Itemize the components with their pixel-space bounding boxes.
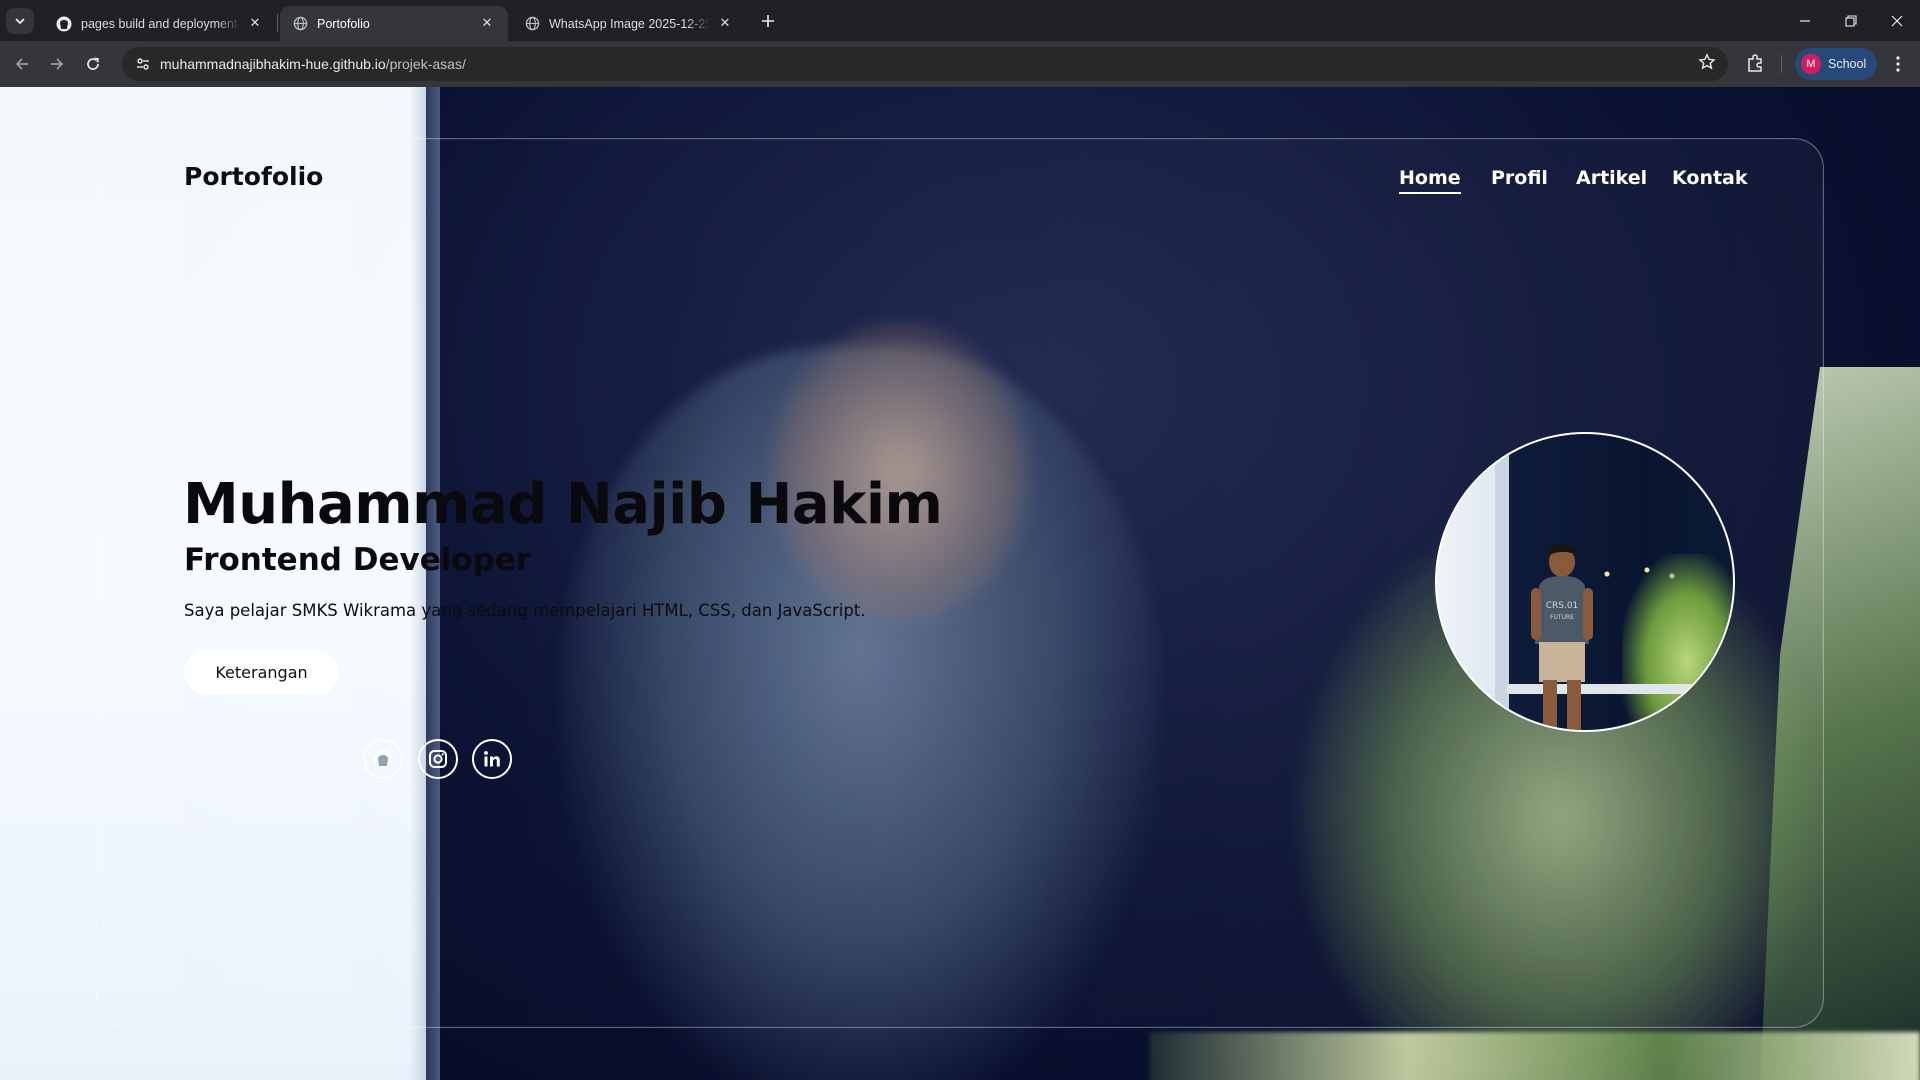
close-icon[interactable]: ✕	[246, 15, 264, 33]
new-tab-button[interactable]	[756, 9, 780, 33]
tab-title: WhatsApp Image 2025-12-25 a	[549, 16, 710, 31]
profile-photo: CRS.01 FUTURE	[1435, 432, 1735, 732]
page-viewport: Portofolio Home Profil Artikel Kontak Mu…	[0, 87, 1920, 1080]
globe-icon	[524, 16, 540, 32]
photo-shirt-text: CRS.01	[1546, 601, 1579, 611]
instagram-link[interactable]	[418, 739, 458, 779]
photo-shirt-subtext: FUTURE	[1550, 614, 1574, 621]
linkedin-link[interactable]	[472, 739, 512, 779]
hero-name: Muhammad Najib Hakim	[183, 472, 943, 537]
toolbar-separator	[1781, 55, 1782, 73]
restore-button[interactable]	[1828, 0, 1874, 41]
photo-plant	[1622, 554, 1733, 730]
tab-title: Portofolio	[317, 16, 370, 31]
background-plant-bottom	[1150, 1032, 1920, 1080]
hero-description: Saya pelajar SMKS Wikrama yang sedang me…	[184, 601, 866, 620]
site-settings-icon[interactable]	[128, 56, 158, 72]
close-window-button[interactable]	[1874, 0, 1920, 41]
tab-title: pages build and deployment · m	[81, 16, 240, 31]
url-text: muhammadnajibhakim-hue.github.io/projek-…	[160, 56, 466, 72]
nav-home[interactable]: Home	[1399, 167, 1461, 194]
tab-github-actions[interactable]: pages build and deployment · m ✕	[44, 6, 276, 41]
tab-portofolio[interactable]: Portofolio ✕	[280, 6, 508, 41]
url-path: /projek-asas/	[385, 56, 466, 72]
nav-profil[interactable]: Profil	[1491, 167, 1548, 189]
profile-name: School	[1828, 57, 1867, 71]
arrow-right-icon	[51, 58, 64, 70]
bookmark-star-icon[interactable]	[1698, 53, 1716, 76]
keterangan-button[interactable]: Keterangan	[184, 650, 339, 695]
close-icon[interactable]: ✕	[716, 15, 734, 33]
github-link[interactable]	[363, 739, 403, 779]
avatar: M	[1801, 54, 1821, 74]
chevron-down-icon	[15, 18, 25, 25]
url-host: muhammadnajibhakim-hue.github.io	[160, 56, 386, 72]
photo-person: CRS.01 FUTURE	[1531, 543, 1593, 730]
reload-button[interactable]	[80, 51, 106, 77]
arrow-left-icon	[15, 58, 28, 70]
browser-menu-button[interactable]	[1886, 51, 1910, 77]
github-icon	[56, 16, 72, 32]
nav-artikel[interactable]: Artikel	[1576, 167, 1647, 189]
minimize-button[interactable]	[1782, 0, 1828, 41]
address-bar[interactable]: muhammadnajibhakim-hue.github.io/projek-…	[122, 47, 1728, 81]
close-icon	[1891, 15, 1903, 26]
reload-icon	[87, 57, 99, 70]
more-vert-icon	[1896, 56, 1900, 72]
close-icon[interactable]: ✕	[478, 15, 496, 33]
minimize-icon	[1800, 19, 1810, 22]
forward-button[interactable]	[44, 51, 70, 77]
plus-icon	[762, 15, 774, 27]
extensions-icon[interactable]	[1744, 52, 1768, 76]
back-button[interactable]	[9, 51, 35, 77]
globe-icon	[292, 16, 308, 32]
tab-separator	[277, 14, 278, 32]
tab-strip: pages build and deployment · m ✕ Portofo…	[0, 0, 1920, 41]
tab-whatsapp-image[interactable]: WhatsApp Image 2025-12-25 a ✕	[512, 6, 746, 41]
hero-role: Frontend Developer	[184, 542, 532, 578]
instagram-icon	[429, 750, 447, 768]
github-icon	[374, 750, 392, 768]
browser-toolbar: muhammadnajibhakim-hue.github.io/projek-…	[0, 41, 1920, 87]
site-brand[interactable]: Portofolio	[184, 162, 323, 191]
profile-button[interactable]: M School	[1795, 48, 1877, 80]
nav-kontak[interactable]: Kontak	[1672, 167, 1748, 189]
restore-icon	[1845, 14, 1857, 27]
linkedin-icon	[484, 751, 500, 767]
tab-search-button[interactable]	[6, 8, 34, 34]
